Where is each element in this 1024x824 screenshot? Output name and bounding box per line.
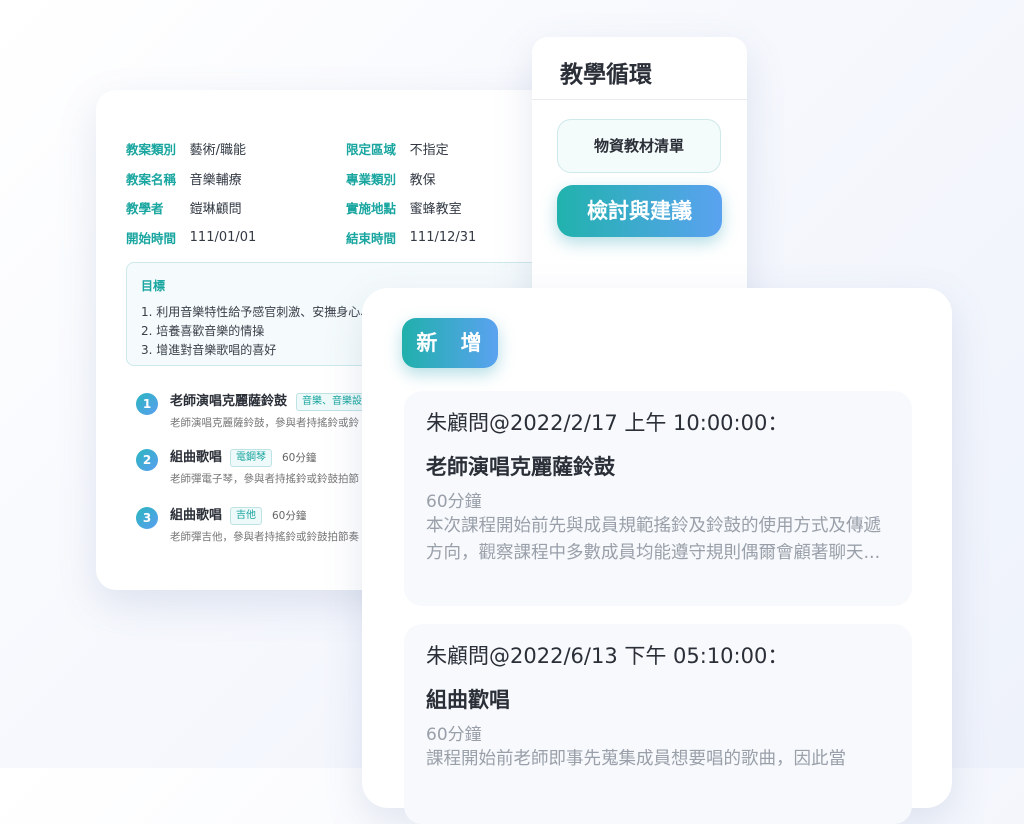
info-value: 111/01/01 xyxy=(189,229,257,245)
info-label: 教案名稱 xyxy=(126,171,177,187)
record-title: 組曲歡唱 xyxy=(426,688,510,712)
review-suggestions-button[interactable]: 檢討與建議 xyxy=(557,185,722,237)
step-number-badge: 1 xyxy=(136,393,158,415)
step-title: 組曲歌唱 xyxy=(170,450,223,465)
info-row: 教案名稱 音樂輔療 專業類別 教保 xyxy=(126,164,566,194)
step-duration: 60分鐘 xyxy=(282,452,317,464)
divider xyxy=(532,99,747,100)
step-description: 老師演唱克麗薩鈴鼓，參與者持搖鈴或鈴 xyxy=(170,417,359,429)
step-tag: 吉他 xyxy=(230,507,262,525)
info-label: 實施地點 xyxy=(346,201,397,217)
record-duration: 60分鐘 xyxy=(426,725,482,745)
info-value: 音樂輔療 xyxy=(189,172,242,188)
step-tag: 電鋼琴 xyxy=(230,449,272,467)
step-number-badge: 2 xyxy=(136,449,158,471)
review-records-card: 新 增 朱顧問@2022/2/17 上午 10:00:00： 老師演唱克麗薩鈴鼓… xyxy=(362,288,952,824)
info-row: 教案類別 藝術/職能 限定區域 不指定 xyxy=(126,134,566,164)
cycle-title: 教學循環 xyxy=(560,62,652,88)
info-row: 教學者 鎧琳顧問 實施地點 蜜蜂教室 xyxy=(126,193,566,223)
step-duration: 60分鐘 xyxy=(272,510,307,522)
add-button[interactable]: 新 增 xyxy=(402,318,498,368)
record-body: 課程開始前老師即事先蒐集成員想要唱的歌曲，因此當 xyxy=(426,749,846,769)
record-title: 老師演唱克麗薩鈴鼓 xyxy=(426,455,615,479)
step-number-badge: 3 xyxy=(136,507,158,529)
info-label: 專業類別 xyxy=(346,171,397,187)
step-tag: 音樂、音樂設 xyxy=(296,393,368,411)
record-body: 本次課程開始前先與成員規範搖鈴及鈴鼓的使用方式及傳遞方向，觀察課程中多數成員均能… xyxy=(426,516,881,563)
record-duration: 60分鐘 xyxy=(426,492,482,512)
info-label: 開始時間 xyxy=(126,230,177,246)
info-value: 鎧琳顧問 xyxy=(189,202,242,218)
step-title: 老師演唱克麗薩鈴鼓 xyxy=(170,394,288,409)
info-value: 藝術/職能 xyxy=(189,143,247,159)
record-item[interactable]: 朱顧問@2022/2/17 上午 10:00:00： 老師演唱克麗薩鈴鼓 60分… xyxy=(404,391,912,606)
teaching-cycle-card: 教學循環 物資教材清單 檢討與建議 xyxy=(532,37,747,327)
info-label: 限定區域 xyxy=(346,142,397,158)
info-label: 教案類別 xyxy=(126,142,177,158)
record-author-time: 朱顧問@2022/2/17 上午 10:00:00： xyxy=(426,411,789,435)
step-title: 組曲歌唱 xyxy=(170,508,223,523)
plan-info-grid: 教案類別 藝術/職能 限定區域 不指定 教案名稱 音樂輔療 專業類別 教保 教學… xyxy=(126,134,566,252)
step-description: 老師彈電子琴，參與者持搖鈴或鈴鼓拍節 xyxy=(170,473,359,485)
step-description: 老師彈吉他，參與者持搖鈴或鈴鼓拍節奏 xyxy=(170,531,359,543)
info-row: 開始時間 111/01/01 結束時間 111/12/31 xyxy=(126,223,566,253)
info-label: 結束時間 xyxy=(346,230,397,246)
materials-list-button[interactable]: 物資教材清單 xyxy=(557,119,721,173)
record-author-time: 朱顧問@2022/6/13 下午 05:10:00： xyxy=(426,644,789,668)
record-item[interactable]: 朱顧問@2022/6/13 下午 05:10:00： 組曲歡唱 60分鐘 課程開… xyxy=(404,624,912,824)
info-label: 教學者 xyxy=(126,201,164,217)
